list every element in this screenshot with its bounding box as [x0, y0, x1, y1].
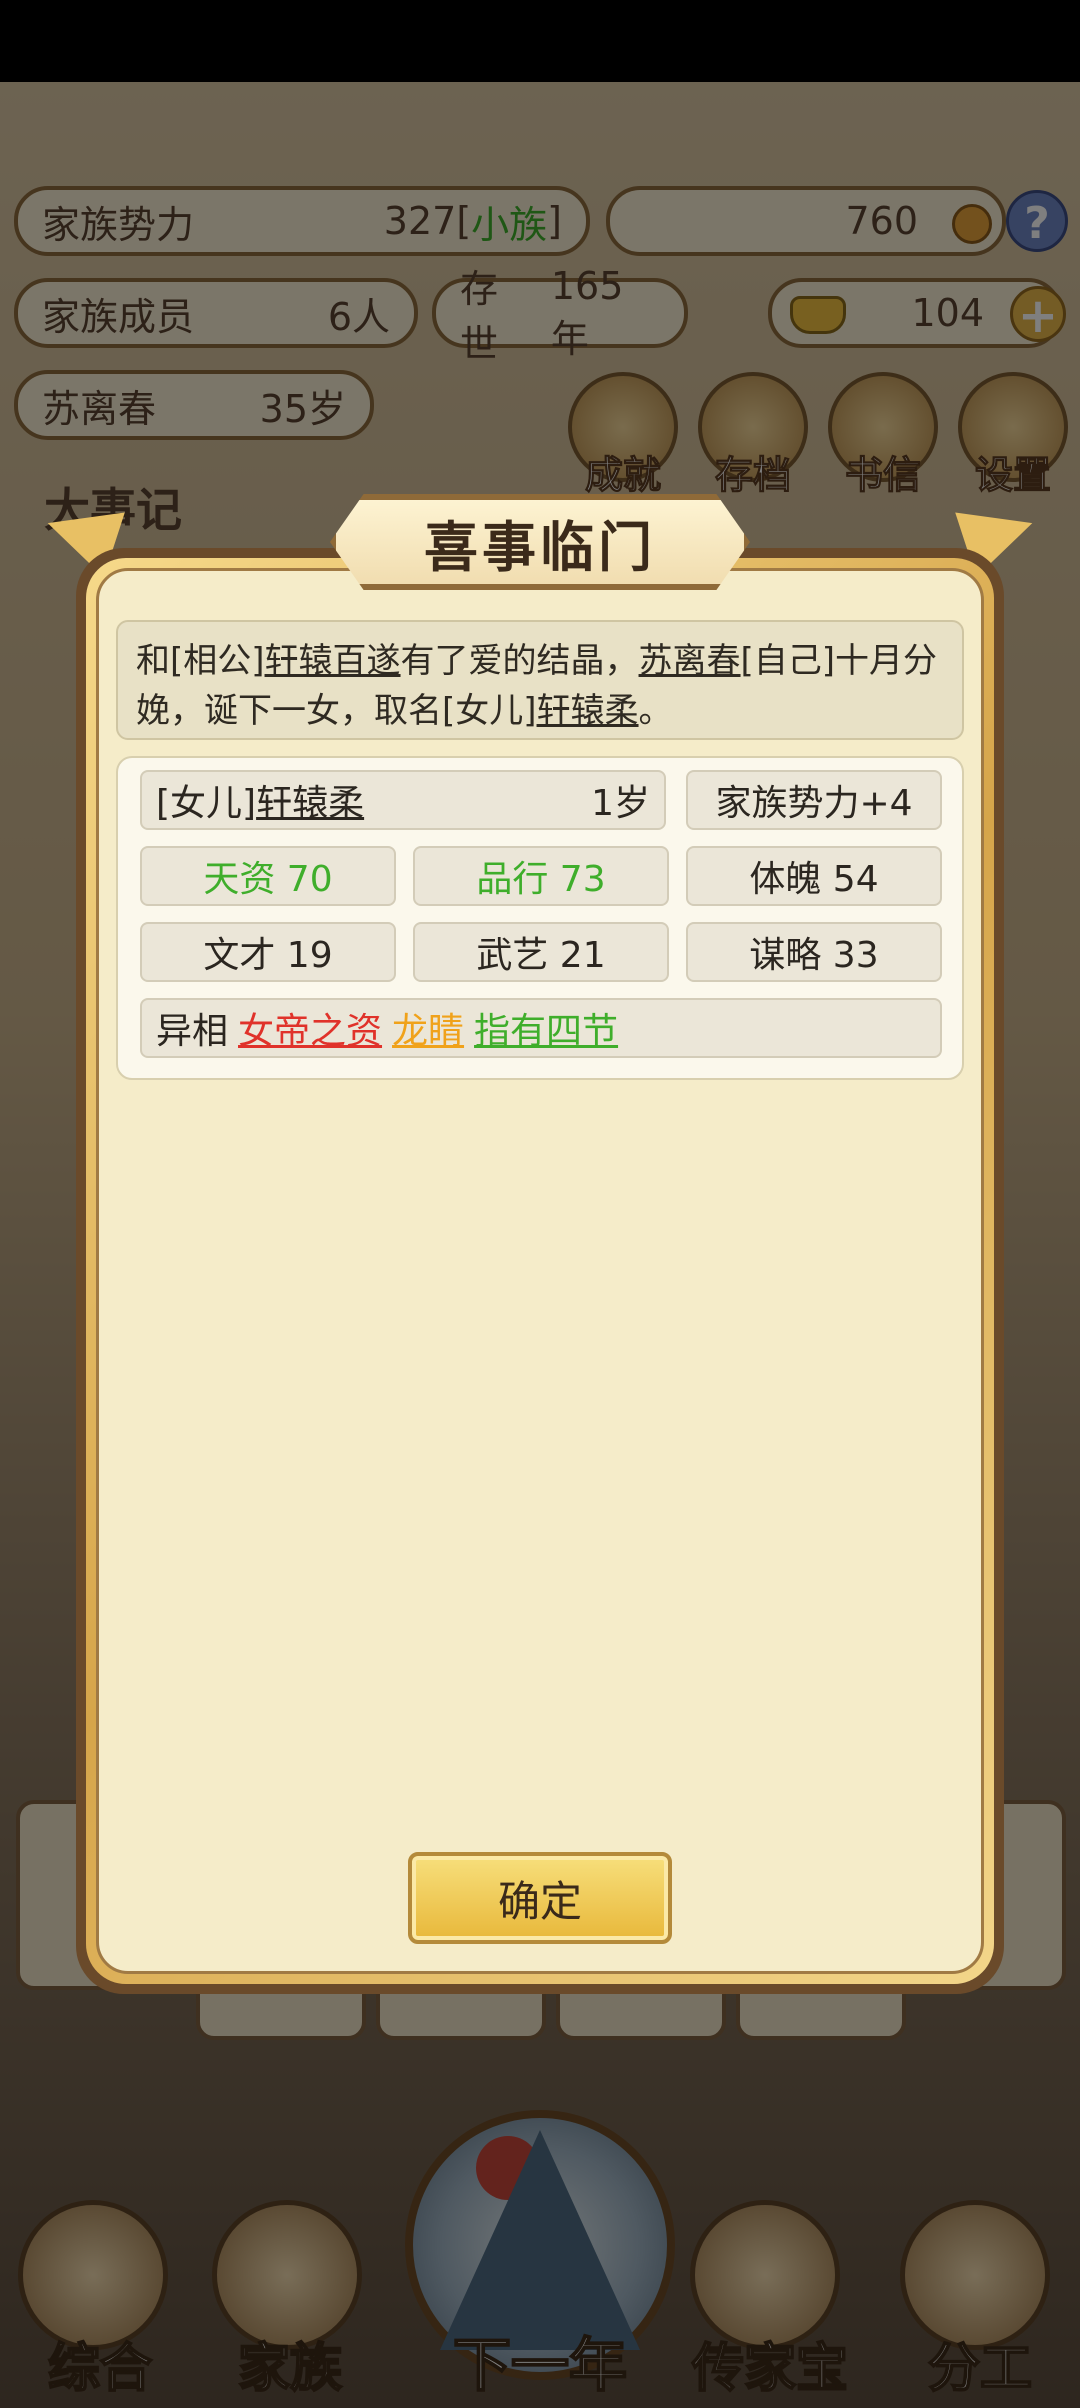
dialog-title-plate: 喜事临门 [330, 494, 750, 590]
spouse-name-link[interactable]: 轩辕百遂 [265, 641, 401, 681]
message-part-2: 有了爱的结晶， [400, 641, 639, 681]
stat-martial-text: 武艺 21 [476, 935, 606, 976]
traits-cell: 异相 女帝之资 龙睛 指有四节 [140, 998, 942, 1058]
stat-strategy-text: 谋略 33 [749, 935, 879, 976]
stat-aptitude: 天资 70 [140, 846, 396, 906]
trait-four-knuckles[interactable]: 指有四节 [474, 1002, 618, 1054]
stat-conduct: 品行 73 [413, 846, 669, 906]
child-name[interactable]: 轩辕柔 [256, 783, 364, 824]
child-age: 1岁 [591, 783, 650, 824]
child-info-card: [女儿]轩辕柔 1岁 家族势力+4 天资 70 品行 73 体魄 54 文才 1… [116, 756, 964, 1080]
stat-conduct-text: 品行 73 [476, 859, 606, 900]
stat-physique: 体魄 54 [686, 846, 942, 906]
child-name-link[interactable]: 轩辕柔 [537, 691, 639, 731]
dialog-title: 喜事临门 [424, 515, 656, 579]
traits-label: 异相 [156, 1011, 229, 1052]
child-relation: [女儿] [156, 783, 257, 824]
stat-martial: 武艺 21 [413, 922, 669, 982]
event-message: 和[相公]轩辕百遂有了爱的结晶，苏离春[自己]十月分娩，诞下一女，取名[女儿]轩… [116, 620, 964, 740]
stat-physique-text: 体魄 54 [749, 859, 879, 900]
child-name-wrap: [女儿]轩辕柔 [156, 774, 364, 826]
power-bonus: 家族势力+4 [715, 783, 913, 824]
trait-dragon-eye[interactable]: 龙睛 [392, 1002, 464, 1054]
trait-empress[interactable]: 女帝之资 [238, 1002, 382, 1054]
stat-literary: 文才 19 [140, 922, 396, 982]
self-name-link[interactable]: 苏离春 [639, 641, 741, 681]
stat-literary-text: 文才 19 [203, 935, 333, 976]
message-part-4: 。 [638, 691, 673, 731]
child-name-cell[interactable]: [女儿]轩辕柔 1岁 [140, 770, 666, 830]
message-part-1: 和[相公] [136, 641, 265, 681]
confirm-label: 确定 [497, 1876, 582, 1926]
stat-aptitude-text: 天资 70 [203, 859, 333, 900]
status-bar [0, 0, 1080, 82]
power-bonus-cell: 家族势力+4 [686, 770, 942, 830]
stat-strategy: 谋略 33 [686, 922, 942, 982]
confirm-button[interactable]: 确定 [408, 1852, 672, 1944]
